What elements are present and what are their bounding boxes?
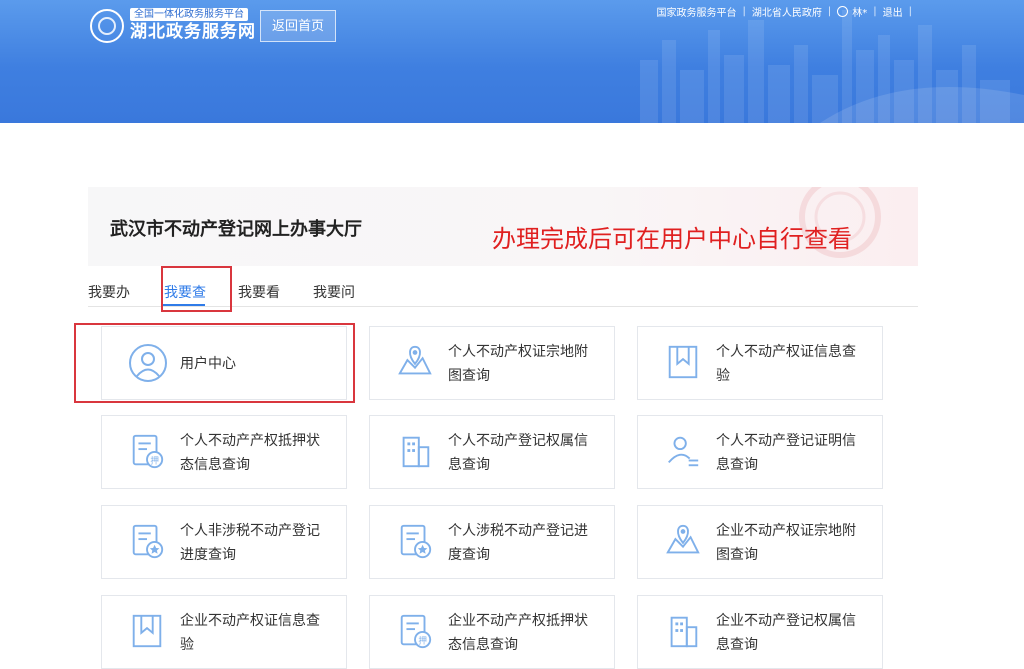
service-card-label-line: 企业不动产登记权属信 (716, 613, 856, 629)
service-card-label-line: 图查询 (448, 368, 490, 384)
map-pin-icon (664, 522, 702, 562)
service-card-label-line: 个人不动产登记权属信 (448, 433, 588, 449)
card-highlight-box (74, 323, 355, 403)
service-card-label: 企业不动产产权抵押状 态信息查询 (448, 609, 604, 657)
building-icon (664, 612, 702, 652)
logo-subtitle: 全国一体化政务服务平台 (130, 8, 248, 21)
divider: | (742, 6, 746, 17)
page-banner: 武汉市不动产登记网上办事大厅 办理完成后可在用户中心自行查看 (88, 187, 918, 266)
service-card[interactable]: 押 个人不动产产权抵押状 态信息查询 (101, 415, 347, 489)
bookmark-doc-icon (128, 612, 166, 652)
service-card[interactable]: 企业不动产权证信息查验 (101, 595, 347, 669)
service-card[interactable]: 个人不动产登记证明信 息查询 (637, 415, 883, 489)
service-card-label: 个人涉税不动产登记进 度查询 (448, 519, 604, 567)
tab-ask[interactable]: 我要问 (313, 282, 355, 302)
progress-doc-icon (128, 522, 166, 562)
building-icon (396, 432, 434, 472)
page-title: 武汉市不动产登记网上办事大厅 (110, 219, 362, 240)
provincial-government-link[interactable]: 湖北省人民政府 (752, 4, 822, 19)
service-card-label: 个人不动产产权抵押状 态信息查询 (180, 429, 336, 477)
service-card[interactable]: 个人涉税不动产登记进 度查询 (369, 505, 615, 579)
service-card-label-line: 验 (180, 637, 194, 653)
site-header: 全国一体化政务服务平台 湖北政务服务网 返回首页 国家政务服务平台 | 湖北省人… (0, 0, 1024, 123)
divider: | (908, 6, 912, 17)
mortgage-doc-icon: 押 (396, 612, 434, 652)
service-card-label-line: 验 (716, 368, 730, 384)
service-card[interactable]: 企业不动产权证宗地附 图查询 (637, 505, 883, 579)
service-card-label-line: 个人非涉税不动产登记 (180, 523, 320, 539)
service-card-label-line: 态信息查询 (180, 457, 250, 473)
home-button[interactable]: 返回首页 (260, 10, 336, 42)
service-card-label-line: 进度查询 (180, 547, 236, 563)
user-name[interactable]: 林* (852, 4, 867, 19)
service-card-label-line: 态信息查询 (448, 637, 518, 653)
service-card-label-line: 度查询 (448, 547, 490, 563)
service-card-label-line: 息查询 (448, 457, 490, 473)
service-card-label: 个人不动产权证信息查验 (716, 340, 872, 388)
divider: | (873, 6, 877, 17)
service-card-label: 个人不动产登记权属信 息查询 (448, 429, 604, 477)
service-card-label-line: 息查询 (716, 637, 758, 653)
service-card-label-line: 个人不动产产权抵押状 (180, 433, 320, 449)
service-card-label: 企业不动产权证宗地附 图查询 (716, 519, 872, 567)
tab-view[interactable]: 我要看 (238, 282, 280, 302)
service-card[interactable]: 个人不动产登记权属信 息查询 (369, 415, 615, 489)
service-card-label: 企业不动产登记权属信 息查询 (716, 609, 872, 657)
progress-doc-icon (396, 522, 434, 562)
svg-text:押: 押 (150, 454, 159, 466)
service-card[interactable]: 个人不动产权证宗地附 图查询 (369, 326, 615, 400)
service-card-label: 个人不动产权证宗地附 图查询 (448, 340, 604, 388)
tab-handle[interactable]: 我要办 (88, 282, 130, 302)
logo-title: 湖北政务服务网 (130, 22, 256, 42)
service-card[interactable]: 个人非涉税不动产登记 进度查询 (101, 505, 347, 579)
svg-text:押: 押 (418, 634, 427, 646)
map-pin-icon (396, 343, 434, 383)
service-card-label-line: 息查询 (716, 457, 758, 473)
national-platform-link[interactable]: 国家政务服务平台 (657, 4, 737, 19)
mortgage-doc-icon: 押 (128, 432, 166, 472)
service-card-label: 个人不动产登记证明信 息查询 (716, 429, 872, 477)
bookmark-doc-icon (664, 343, 702, 383)
service-card-label-line: 图查询 (716, 547, 758, 563)
service-card-label-line: 个人不动产登记证明信 (716, 433, 856, 449)
tab-highlight-box (161, 266, 232, 312)
emblem-icon (90, 8, 124, 43)
service-card-label-line: 企业不动产产权抵押状 (448, 613, 588, 629)
service-card[interactable]: 个人不动产权证信息查验 (637, 326, 883, 400)
user-icon (837, 6, 849, 17)
service-card-label-line: 个人涉税不动产登记进 (448, 523, 588, 539)
service-card-label-line: 个人不动产权证宗地附 (448, 344, 588, 360)
top-links: 国家政务服务平台 | 湖北省人民政府 | 林* | 退出 | (657, 4, 919, 19)
service-card-label-line: 个人不动产权证信息查 (716, 344, 856, 360)
person-list-icon (664, 432, 702, 472)
logout-link[interactable]: 退出 (883, 4, 903, 19)
service-card[interactable]: 企业不动产登记权属信 息查询 (637, 595, 883, 669)
divider: | (827, 6, 832, 17)
site-logo[interactable]: 全国一体化政务服务平台 湖北政务服务网 (90, 8, 256, 43)
service-card-label: 个人非涉税不动产登记 进度查询 (180, 519, 336, 567)
seal-decoration-icon (799, 187, 881, 258)
service-card-label-line: 企业不动产权证信息查 (180, 613, 320, 629)
service-card-label: 企业不动产权证信息查验 (180, 609, 336, 657)
service-card-label-line: 企业不动产权证宗地附 (716, 523, 856, 539)
service-card[interactable]: 押 企业不动产产权抵押状 态信息查询 (369, 595, 615, 669)
